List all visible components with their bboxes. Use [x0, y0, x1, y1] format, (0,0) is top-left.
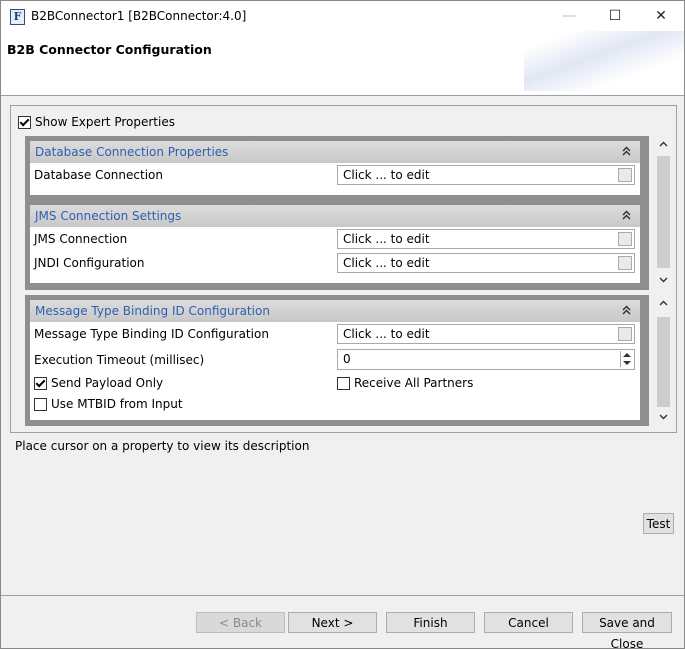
footer-divider [1, 595, 684, 596]
mtbid-section: Message Type Binding ID Configuration Me… [30, 300, 640, 420]
show-expert-label: Show Expert Properties [35, 115, 175, 129]
timeout-spinner[interactable] [620, 351, 633, 367]
spinner-down-icon[interactable] [623, 361, 631, 365]
dialog-window: F B2BConnector1 [B2BConnector:4.0] — ☐ ✕… [0, 0, 685, 649]
scroll-up-arrow-icon[interactable] [655, 138, 672, 152]
execution-timeout-value: 0 [343, 352, 351, 366]
title-bar: F B2BConnector1 [B2BConnector:4.0] — ☐ ✕ [1, 1, 684, 31]
test-button[interactable]: Test [643, 513, 674, 534]
banner-decoration [524, 31, 684, 91]
cancel-button[interactable]: Cancel [484, 612, 573, 633]
jms-section: JMS Connection Settings JMS Connection C… [30, 205, 640, 283]
scroll-down-arrow-icon[interactable] [655, 411, 672, 425]
property-row-jndi-configuration: JNDI Configuration Click ... to edit [30, 251, 640, 275]
mtbid-section-header[interactable]: Message Type Binding ID Configuration [30, 300, 640, 322]
maximize-button[interactable]: ☐ [592, 1, 638, 31]
send-payload-row[interactable]: Send Payload Only [34, 376, 163, 390]
collapse-icon[interactable] [622, 141, 631, 163]
mtbid-group-scrollbar[interactable] [655, 295, 672, 426]
use-mtbid-checkbox[interactable] [34, 397, 47, 411]
database-connection-field[interactable]: Click ... to edit [337, 165, 635, 185]
receive-all-checkbox[interactable] [337, 376, 350, 390]
window-title: B2BConnector1 [B2BConnector:4.0] [31, 9, 247, 23]
property-row-use-mtbid: Use MTBID from Input [30, 394, 640, 416]
jms-section-header[interactable]: JMS Connection Settings [30, 205, 640, 227]
property-row-payload-options: Send Payload Only Receive All Partners [30, 372, 640, 394]
database-connection-value: Click ... to edit [343, 168, 430, 182]
connection-group: Database Connection Properties Database … [25, 136, 649, 290]
send-payload-checkbox[interactable] [34, 376, 47, 390]
edit-ellipsis-button[interactable] [618, 168, 632, 182]
receive-all-label: Receive All Partners [354, 376, 474, 390]
binding-id-label: Message Type Binding ID Configuration [34, 327, 269, 341]
close-button[interactable]: ✕ [638, 1, 684, 31]
scroll-down-arrow-icon[interactable] [655, 274, 672, 288]
property-row-database-connection: Database Connection Click ... to edit [30, 163, 640, 187]
edit-ellipsis-button[interactable] [618, 327, 632, 341]
property-row-jms-connection: JMS Connection Click ... to edit [30, 227, 640, 251]
jndi-configuration-label: JNDI Configuration [34, 256, 145, 270]
jndi-configuration-value: Click ... to edit [343, 256, 430, 270]
show-expert-checkbox[interactable] [18, 115, 31, 129]
mtbid-group: Message Type Binding ID Configuration Me… [25, 295, 649, 426]
mtbid-section-title: Message Type Binding ID Configuration [35, 304, 270, 318]
app-icon: F [10, 9, 25, 25]
database-section-title: Database Connection Properties [35, 145, 229, 159]
property-row-execution-timeout: Execution Timeout (millisec) 0 [30, 348, 640, 372]
jms-connection-value: Click ... to edit [343, 232, 430, 246]
scroll-thumb[interactable] [657, 156, 670, 268]
edit-ellipsis-button[interactable] [618, 256, 632, 270]
execution-timeout-label: Execution Timeout (millisec) [34, 353, 205, 367]
jms-connection-label: JMS Connection [34, 232, 128, 246]
edit-ellipsis-button[interactable] [618, 232, 632, 246]
use-mtbid-label: Use MTBID from Input [51, 397, 183, 411]
collapse-icon[interactable] [622, 300, 631, 322]
show-expert-checkbox-row[interactable]: Show Expert Properties [18, 115, 175, 129]
next-button[interactable]: Next > [288, 612, 377, 633]
execution-timeout-input[interactable]: 0 [337, 349, 635, 370]
property-row-binding-id: Message Type Binding ID Configuration Cl… [30, 322, 640, 348]
property-description: Place cursor on a property to view its d… [15, 439, 310, 453]
scroll-up-arrow-icon[interactable] [655, 297, 672, 311]
properties-panel: Show Expert Properties Database Connecti… [10, 105, 677, 433]
database-section-header[interactable]: Database Connection Properties [30, 141, 640, 163]
save-and-close-button[interactable]: Save and Close [582, 612, 672, 648]
use-mtbid-row[interactable]: Use MTBID from Input [34, 397, 183, 411]
back-button[interactable]: < Back [196, 612, 285, 633]
spinner-up-icon[interactable] [623, 353, 631, 357]
jndi-configuration-field[interactable]: Click ... to edit [337, 253, 635, 273]
scroll-thumb[interactable] [657, 317, 670, 407]
finish-button[interactable]: Finish [386, 612, 475, 633]
collapse-icon[interactable] [622, 205, 631, 227]
database-section: Database Connection Properties Database … [30, 141, 640, 195]
database-connection-label: Database Connection [34, 168, 163, 182]
jms-connection-field[interactable]: Click ... to edit [337, 229, 635, 249]
send-payload-label: Send Payload Only [51, 376, 164, 390]
connection-group-scrollbar[interactable] [655, 136, 672, 290]
header-banner: B2B Connector Configuration [1, 31, 684, 96]
binding-id-value: Click ... to edit [343, 327, 430, 341]
minimize-button[interactable]: — [546, 1, 592, 31]
page-title: B2B Connector Configuration [7, 42, 212, 57]
receive-all-row[interactable]: Receive All Partners [337, 376, 473, 390]
binding-id-field[interactable]: Click ... to edit [337, 324, 635, 344]
jms-section-title: JMS Connection Settings [35, 209, 182, 223]
